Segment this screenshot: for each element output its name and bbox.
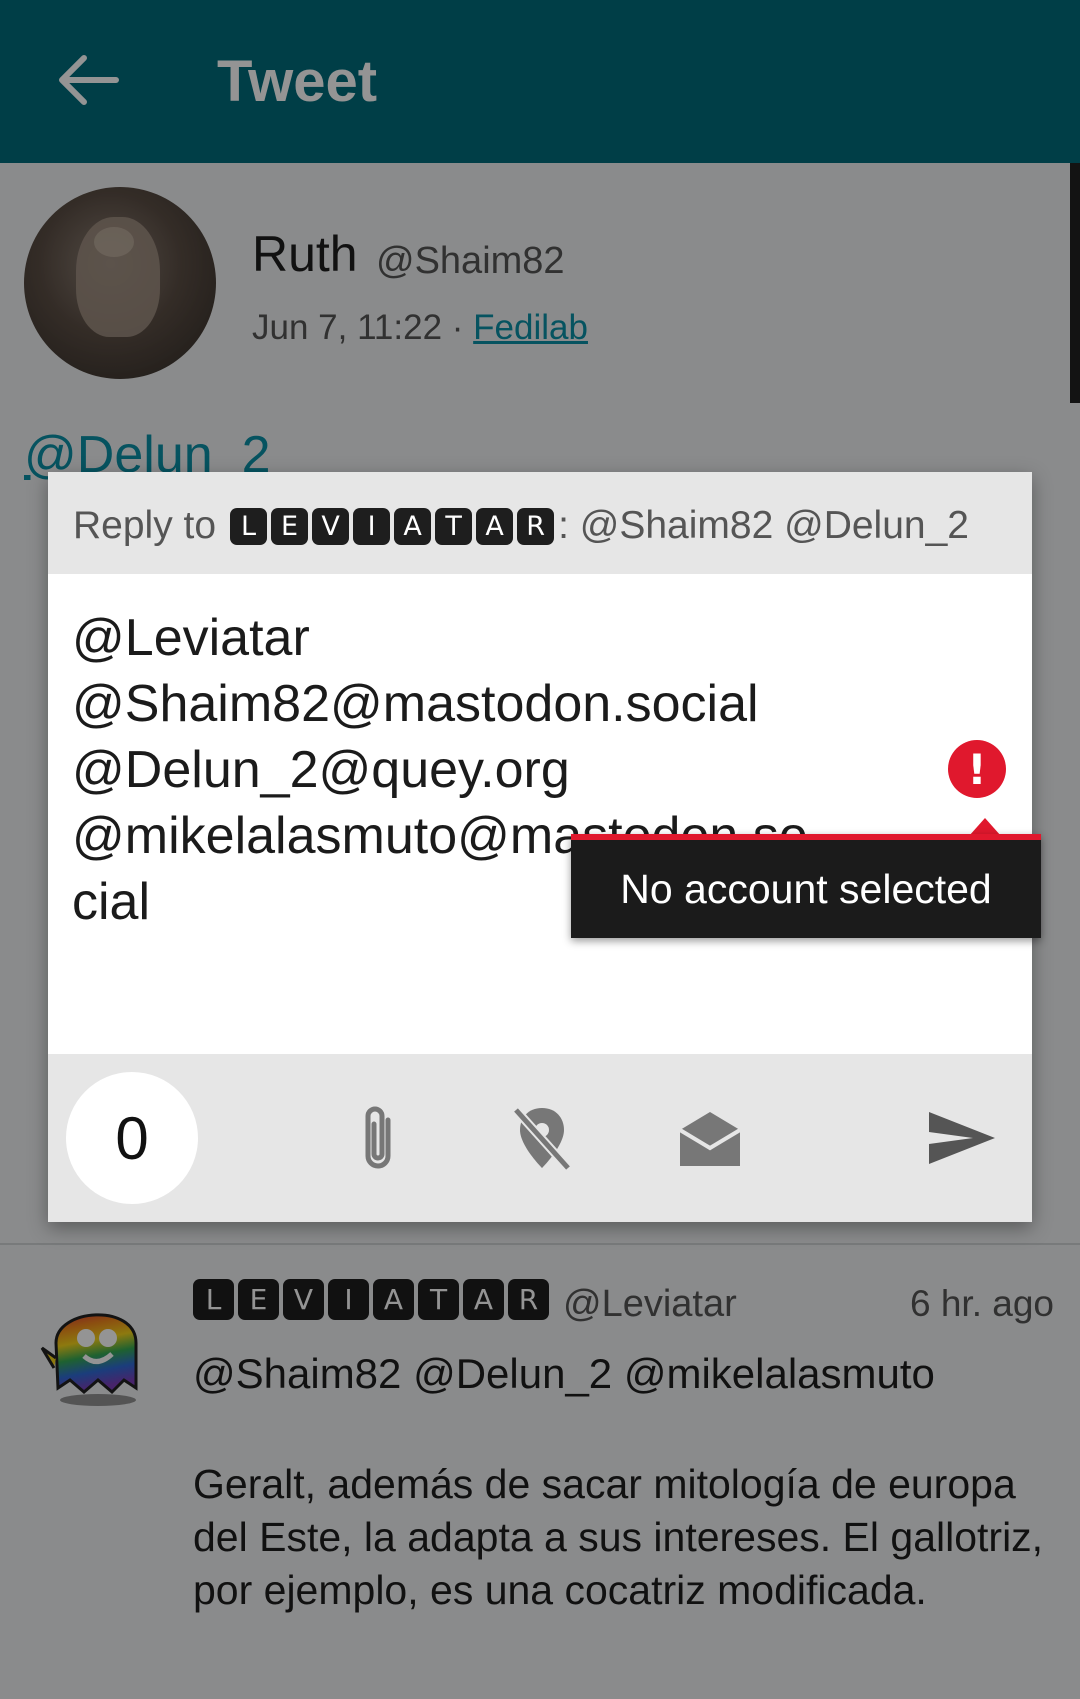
error-tooltip: No account selected bbox=[571, 834, 1041, 938]
reply-header: Reply to LEVIATAR : @Shaim82 @Delun_2 bbox=[48, 472, 1032, 574]
reply-to-handles: : @Shaim82 @Delun_2 bbox=[558, 504, 969, 547]
send-icon[interactable] bbox=[920, 1098, 1002, 1178]
envelope-open-icon[interactable] bbox=[670, 1098, 750, 1178]
badge-letter: V bbox=[312, 507, 350, 545]
location-off-icon[interactable] bbox=[502, 1098, 582, 1178]
badge-letter: R bbox=[517, 507, 555, 545]
account-badge: LEVIATAR bbox=[230, 507, 558, 545]
compose-line: @Delun_2@quey.org bbox=[72, 741, 570, 799]
reply-to-label: Reply to bbox=[73, 504, 217, 547]
compose-line: @Leviatar bbox=[72, 609, 310, 667]
paperclip-icon[interactable] bbox=[338, 1098, 418, 1178]
badge-letter: A bbox=[394, 507, 432, 545]
compose-toolbar: 0 bbox=[48, 1054, 1032, 1222]
badge-letter: A bbox=[476, 507, 514, 545]
badge-letter: T bbox=[435, 507, 473, 545]
badge-letter: E bbox=[271, 507, 309, 545]
exclamation-icon[interactable]: ! bbox=[948, 740, 1006, 798]
badge-letter: L bbox=[230, 507, 268, 545]
badge-letter: I bbox=[353, 507, 391, 545]
char-counter: 0 bbox=[66, 1072, 198, 1204]
compose-line: @Shaim82@mastodon.social bbox=[72, 675, 759, 733]
